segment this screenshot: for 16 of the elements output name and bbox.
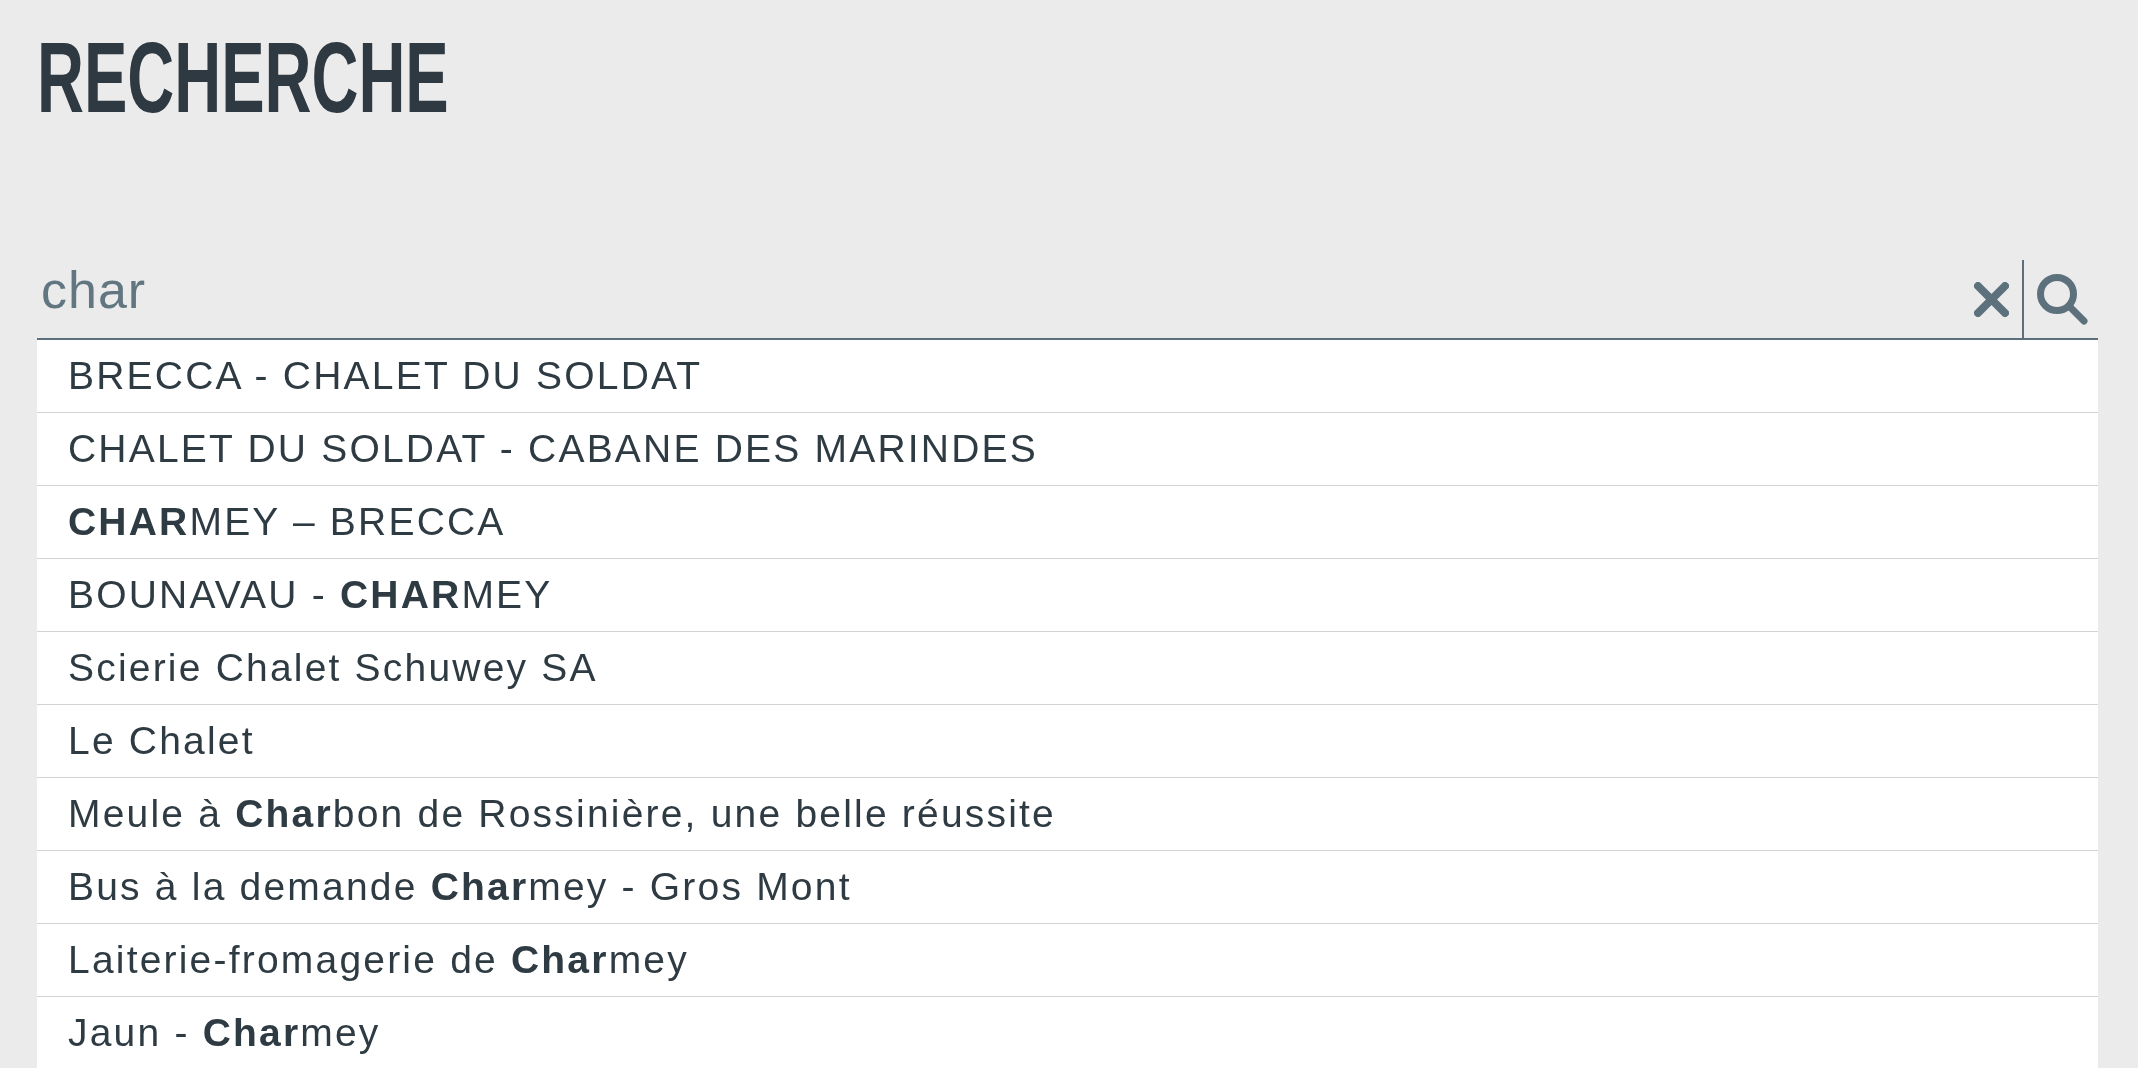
result-item[interactable]: Scierie Chalet Schuwey SA <box>37 632 2098 705</box>
result-item[interactable]: BRECCA - CHALET DU SOLDAT <box>37 340 2098 413</box>
result-item[interactable]: Meule à Charbon de Rossinière, une belle réussite <box>37 778 2098 851</box>
result-item[interactable]: BOUNAVAU - CHARMEY <box>37 559 2098 632</box>
result-item[interactable]: CHARMEY – BRECCA <box>37 486 2098 559</box>
clear-button[interactable] <box>1974 281 2009 317</box>
search-button[interactable] <box>2036 273 2088 325</box>
result-item[interactable]: Le Chalet <box>37 705 2098 778</box>
result-item[interactable]: Jaun - Charmey <box>37 997 2098 1068</box>
result-item[interactable]: CHALET DU SOLDAT - CABANE DES MARINDES <box>37 413 2098 486</box>
close-icon <box>1974 281 2009 317</box>
result-item[interactable]: Bus à la demande Charmey - Gros Mont <box>37 851 2098 924</box>
page-title: RECHERCHE <box>37 27 449 127</box>
result-item[interactable]: Laiterie-fromagerie de Charmey <box>37 924 2098 997</box>
search-icon <box>2036 273 2088 325</box>
search-field[interactable]: char <box>37 258 1964 330</box>
